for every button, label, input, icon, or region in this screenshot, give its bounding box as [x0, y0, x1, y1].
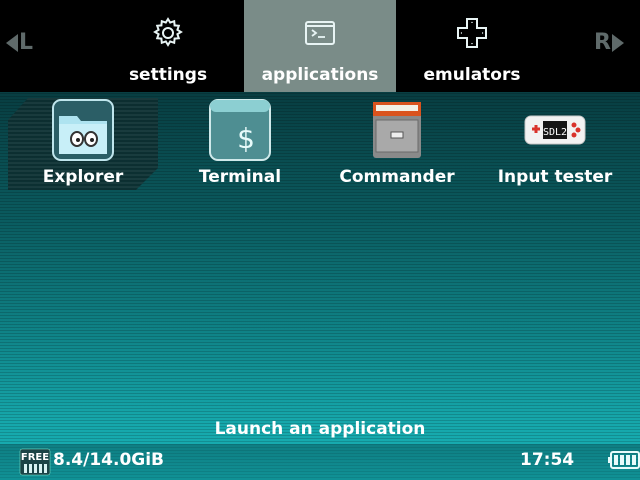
tab-applications[interactable]: applications — [244, 0, 396, 92]
tab-emulators-label: emulators — [423, 65, 521, 85]
app-commander[interactable]: Commander — [322, 98, 472, 190]
terminal-dollar-icon: $ — [209, 99, 271, 161]
tab-settings-label: settings — [128, 65, 208, 85]
top-menu-bar: L settings applications emulators R — [0, 0, 640, 92]
tab-settings[interactable]: settings — [92, 0, 244, 92]
svg-text:SDL2: SDL2 — [543, 127, 567, 138]
sd-card-free-icon: FREE — [19, 448, 51, 476]
app-terminal-label: Terminal — [198, 167, 282, 187]
right-shoulder-button[interactable]: R — [594, 30, 624, 55]
sdl2-gamepad-icon: SDL2 — [524, 115, 586, 145]
explorer-folder-icon — [52, 99, 114, 161]
tab-applications-label: applications — [261, 65, 379, 85]
hint-text: Launch an application — [214, 419, 426, 439]
app-input-tester-label: Input tester — [497, 167, 613, 187]
right-arrow-icon — [611, 33, 624, 52]
svg-text:$: $ — [237, 122, 255, 155]
storage-readout: 8.4/14.0GiB — [53, 450, 165, 470]
tab-emulators[interactable]: emulators — [396, 0, 548, 92]
app-explorer-label: Explorer — [42, 167, 124, 187]
battery-icon — [608, 451, 640, 469]
app-terminal[interactable]: $ Terminal — [165, 98, 315, 190]
clock: 17:54 — [520, 450, 575, 470]
gear-icon — [153, 17, 183, 47]
right-shoulder-label: R — [594, 30, 611, 55]
left-shoulder-label: L — [19, 30, 34, 55]
left-arrow-icon — [6, 33, 18, 52]
file-cabinet-icon — [373, 102, 421, 158]
app-commander-label: Commander — [339, 167, 455, 187]
dpad-icon — [457, 18, 487, 48]
terminal-window-icon — [305, 21, 335, 45]
status-bar: FREE 8.4/14.0GiB 17:54 — [0, 444, 640, 480]
free-label: FREE — [21, 452, 49, 463]
app-explorer[interactable]: Explorer — [8, 98, 158, 190]
left-shoulder-button[interactable]: L — [6, 30, 33, 55]
app-input-tester[interactable]: SDL2 Input tester — [480, 98, 630, 190]
